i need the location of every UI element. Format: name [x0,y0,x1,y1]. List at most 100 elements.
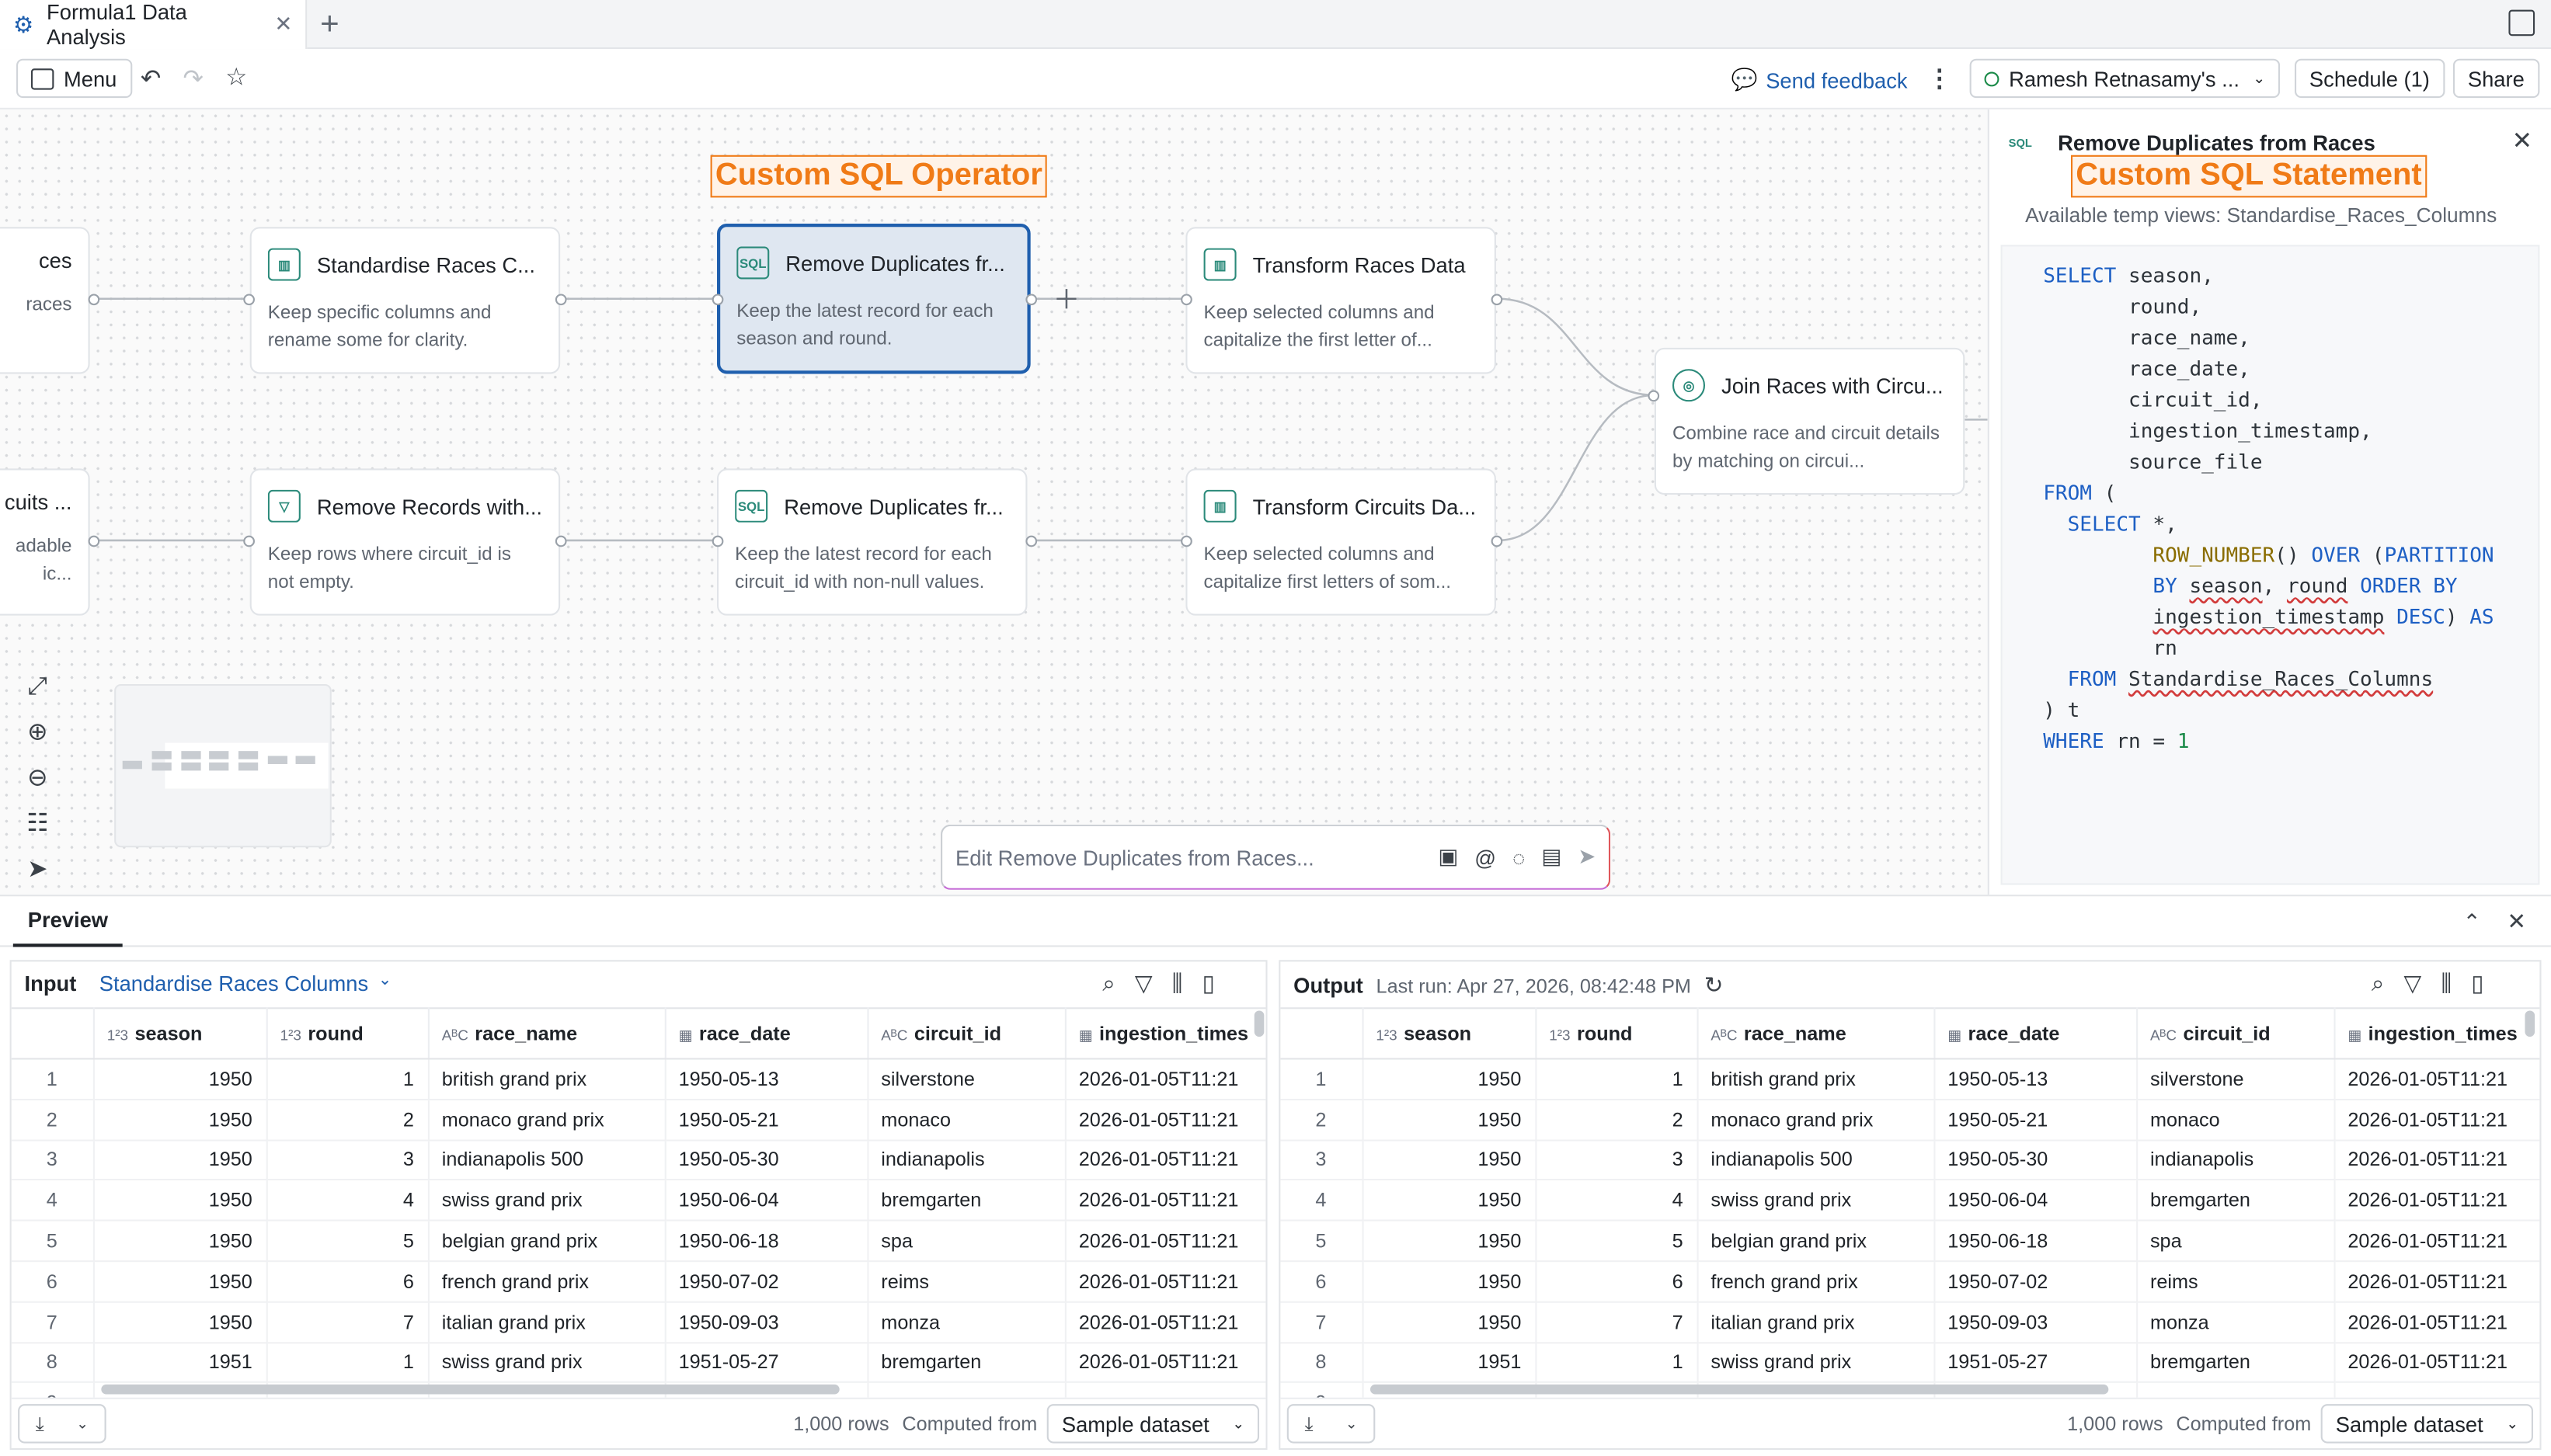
tab-formula1[interactable]: ⚙ Formula1 Data Analysis ✕ [0,0,308,50]
download-button[interactable]: ⤓ ⌄ [18,1404,106,1444]
table-row[interactable]: 8 1951 1 swiss grand prix 1951-05-27 bremgart… [1280,1342,2540,1384]
dataset-select[interactable]: Sample dataset ⌄ [1046,1404,1260,1444]
port[interactable] [1181,294,1192,306]
redo-icon[interactable]: ↷ [183,64,203,93]
column-header[interactable]: 1²3 round [266,1007,429,1060]
column-header[interactable]: 1²3 round [1535,1007,1698,1060]
star-icon[interactable]: ☆ [225,62,247,92]
table-row[interactable]: 1 1950 1 british grand prix 1950-05-13 silver… [1280,1058,2540,1100]
minimap[interactable] [114,683,332,848]
sidebar-toggle-icon[interactable] [2508,9,2535,36]
port[interactable] [88,535,100,547]
table-row[interactable]: 3 1950 3 indianapolis 500 1950-05-30 indianap… [11,1139,1266,1181]
vertical-scrollbar[interactable] [1254,1010,1265,1037]
table-row[interactable]: 8 1951 1 swiss grand prix 1951-05-27 bremgart… [11,1342,1266,1384]
node-races-source[interactable]: ces races [0,227,90,374]
table-row[interactable]: 3 1950 3 indianapolis 500 1950-05-30 indianap… [1280,1139,2540,1181]
column-header[interactable]: 1²3 season [1362,1007,1537,1060]
search-icon[interactable]: ⌕ [2372,970,2384,998]
book-icon[interactable]: ▤ [1541,844,1561,870]
schedule-button[interactable]: Schedule (1) [2295,58,2445,99]
port[interactable] [1181,535,1192,547]
filter-icon[interactable]: ▽ [1135,970,1153,998]
port[interactable] [88,294,100,306]
node-join-races-circuits[interactable]: ◎ Join Races with Circu... Combine race a… [1654,347,1965,495]
port[interactable] [243,294,255,306]
close-icon[interactable]: ✕ [274,12,292,38]
table-row[interactable]: 4 1950 4 swiss grand prix 1950-06-04 bremgart… [11,1180,1266,1222]
port[interactable] [1025,535,1038,547]
node-remove-duplicates-races[interactable]: SQL Remove Duplicates fr... Keep the late… [716,224,1031,374]
horizontal-scrollbar[interactable] [101,1384,840,1395]
port[interactable] [1025,294,1038,306]
table-row[interactable]: 1 1950 1 british grand prix 1950-05-13 silver… [11,1058,1266,1100]
columns-icon[interactable]: ⫼ [2441,970,2452,998]
close-icon[interactable]: ✕ [2512,126,2532,155]
image-icon[interactable]: ▣ [1438,844,1458,870]
collapse-icon[interactable]: ⌃ [2463,909,2481,936]
menu-button[interactable]: Menu [16,58,132,99]
table-row[interactable]: 6 1950 6 french grand prix 1950-07-02 reims 20… [1280,1261,2540,1303]
comment-icon[interactable]: ◌ [1512,844,1525,870]
node-remove-duplicates-circuits[interactable]: SQL Remove Duplicates fr... Keep the late… [716,468,1028,616]
table-row[interactable]: 4 1950 4 swiss grand prix 1950-06-04 bremgart… [1280,1180,2540,1222]
send-icon[interactable]: ➤ [1578,844,1596,870]
table-row[interactable]: 7 1950 7 italian grand prix 1950-09-03 monza 2… [11,1301,1266,1343]
fit-view-icon[interactable]: ⤢ [28,672,47,700]
panel-icon[interactable]: ▯ [2471,970,2483,998]
table-row[interactable]: 2 1950 2 monaco grand prix 1950-05-21 monaco 2… [1280,1099,2540,1141]
send-feedback-link[interactable]: 💬 Send feedback [1731,67,1908,93]
at-icon[interactable]: @ [1474,844,1496,870]
zoom-out-icon[interactable]: ⊖ [27,763,47,792]
port[interactable] [555,535,567,547]
column-header[interactable]: ▦ race_date [664,1007,868,1060]
node-standardise-races[interactable]: ▥ Standardise Races C... Keep specific co… [249,227,561,374]
column-header[interactable]: 1²3 season [92,1007,267,1060]
table-row[interactable]: 2 1950 2 monaco grand prix 1950-05-21 monaco 2… [11,1099,1266,1141]
port[interactable] [555,294,567,306]
column-header[interactable]: ▦ race_date [1933,1007,2138,1060]
pipeline-canvas[interactable]: ces races cuits ... adable ic... ▥ Standa… [0,109,1988,895]
column-header[interactable]: AᴮC circuit_id [2136,1007,2335,1060]
select-cursor-icon[interactable]: ➤ [27,854,47,884]
column-header[interactable]: AᴮC race_name [427,1007,666,1060]
table-row[interactable]: 7 1950 7 italian grand prix 1950-09-03 monza 2… [1280,1301,2540,1343]
zoom-in-icon[interactable]: ⊕ [27,717,47,746]
column-header[interactable]: AᴮC circuit_id [867,1007,1066,1060]
dataset-select[interactable]: Sample dataset ⌄ [2320,1404,2533,1444]
close-icon[interactable]: ✕ [2507,908,2526,936]
filter-icon[interactable]: ▽ [2404,970,2422,998]
port[interactable] [712,535,724,547]
table-row[interactable]: 6 1950 6 french grand prix 1950-07-02 reims 20… [11,1261,1266,1303]
column-header[interactable]: ▦ ingestion_times [2333,1007,2540,1060]
refresh-icon[interactable]: ↻ [1704,971,1724,999]
input-source-select[interactable]: Standardise Races Columns ⌄ [99,971,392,996]
node-transform-circuits[interactable]: ▥ Transform Circuits Da... Keep selected … [1185,468,1496,616]
horizontal-scrollbar[interactable] [1369,1384,2109,1395]
vertical-scrollbar[interactable] [2525,1010,2535,1037]
port[interactable] [1491,535,1503,547]
compute-selector[interactable]: Ramesh Retnasamy's ... ⌄ [1969,58,2281,99]
layout-icon[interactable]: ☷ [26,808,48,838]
port[interactable] [1491,294,1503,306]
more-icon[interactable]: ⋮ [1927,64,1952,93]
column-header[interactable]: AᴮC race_name [1697,1007,1935,1060]
undo-icon[interactable]: ↶ [141,64,161,93]
port[interactable] [243,535,255,547]
port[interactable] [712,294,724,306]
column-header[interactable]: ▦ ingestion_times [1064,1007,1266,1060]
ai-edit-input[interactable]: Edit Remove Duplicates from Races... ▣ @… [941,824,1611,890]
add-tab-icon[interactable]: + [320,6,339,43]
tab-preview[interactable]: Preview [12,896,124,947]
node-transform-races[interactable]: ▥ Transform Races Data Keep selected colu… [1185,227,1496,374]
node-remove-records[interactable]: ▽ Remove Records with... Keep rows where … [249,468,561,616]
columns-icon[interactable]: ⫼ [1172,970,1183,998]
port[interactable] [1648,390,1660,402]
table-row[interactable]: 5 1950 5 belgian grand prix 1950-06-18 spa 202… [1280,1221,2540,1263]
panel-icon[interactable]: ▯ [1202,970,1215,998]
table-row[interactable]: 5 1950 5 belgian grand prix 1950-06-18 spa 202… [11,1221,1266,1263]
node-circuits-source[interactable]: cuits ... adable ic... [0,468,90,616]
sql-editor[interactable]: SELECT season, round, race_name, race_da… [2000,245,2540,885]
share-button[interactable]: Share [2452,58,2539,99]
search-icon[interactable]: ⌕ [1102,970,1115,998]
